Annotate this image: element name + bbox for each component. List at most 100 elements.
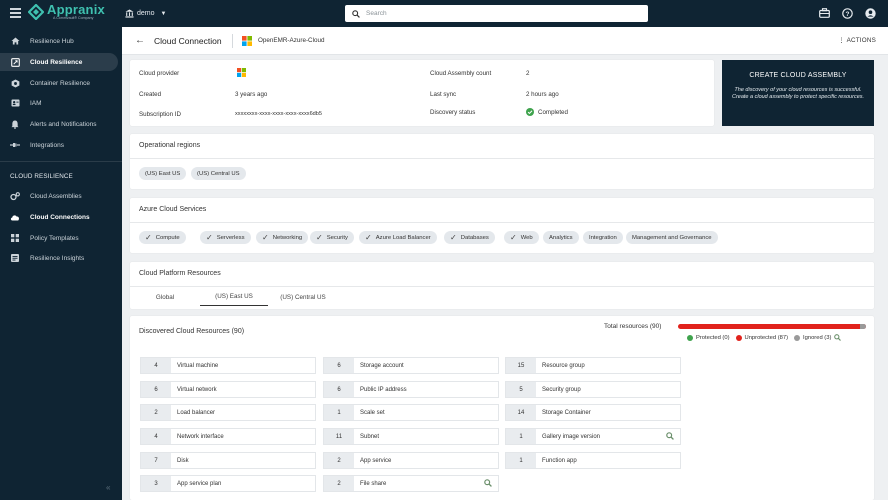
- legend-ignored: Ignored (3): [803, 334, 832, 341]
- actions-menu-button[interactable]: ⋮ ACTIONS: [838, 37, 876, 44]
- region-chip: (US) East US: [139, 167, 187, 180]
- svg-text:?: ?: [845, 10, 849, 17]
- logo-subtitle: A Commvault® Company: [53, 16, 94, 20]
- resource-name: Virtual network: [177, 386, 217, 393]
- account-icon[interactable]: [864, 7, 876, 19]
- resource-name: Public IP address: [360, 386, 407, 393]
- tab-global[interactable]: Global: [130, 288, 200, 306]
- resource-name: File share: [360, 480, 387, 487]
- sidebar-item-alerts[interactable]: Alerts and Notifications: [0, 115, 118, 133]
- search-icon: [352, 9, 360, 18]
- check-icon: ✓: [450, 233, 457, 242]
- service-chip-security: ✓ Security: [310, 231, 354, 244]
- check-icon: ✓: [510, 233, 517, 242]
- collapse-sidebar-button[interactable]: «: [106, 483, 110, 492]
- check-icon: ✓: [145, 233, 152, 242]
- resource-tile[interactable]: 5 Security group: [505, 381, 681, 398]
- tenant-name: demo: [137, 10, 155, 17]
- resource-tile[interactable]: 1 Scale set: [323, 404, 499, 421]
- grid-icon: [10, 233, 20, 243]
- back-arrow-icon[interactable]: ←: [135, 35, 145, 46]
- sidebar-item-label: IAM: [30, 99, 42, 107]
- resource-count: 11: [324, 429, 354, 444]
- sidebar-item-label: Alerts and Notifications: [30, 120, 97, 128]
- briefcase-icon[interactable]: [818, 7, 830, 19]
- last-sync-label: Last sync: [430, 91, 457, 98]
- gears-icon: [10, 191, 20, 201]
- ignored-fill: [859, 324, 866, 329]
- discovery-status-label: Discovery status: [430, 109, 476, 116]
- sidebar-section-title: CLOUD RESILIENCE: [10, 173, 73, 180]
- resource-name: Scale set: [360, 409, 385, 416]
- resource-tile[interactable]: 2 App service: [323, 452, 499, 469]
- resource-count: 1: [506, 429, 536, 444]
- sidebar-item-policy-templates[interactable]: Policy Templates: [0, 229, 118, 247]
- resource-tile[interactable]: 1 Gallery image version: [505, 428, 681, 445]
- service-chip-label: Serverless: [216, 234, 245, 241]
- resource-tile[interactable]: 15 Resource group: [505, 357, 681, 374]
- sidebar-item-container-resilience[interactable]: Container Resilience: [0, 74, 118, 92]
- resource-tile[interactable]: 4 Network interface: [140, 428, 316, 445]
- operational-regions-title: Operational regions: [139, 142, 201, 149]
- resource-tile[interactable]: 14 Storage Container: [505, 404, 681, 421]
- service-chip-label: Networking: [272, 234, 303, 241]
- search-box[interactable]: [345, 5, 648, 22]
- tab-us-central[interactable]: (US) Central US: [268, 288, 338, 306]
- sidebar-item-cloud-connections[interactable]: Cloud Connections: [0, 208, 118, 226]
- tab-us-east[interactable]: (US) East US: [200, 288, 268, 306]
- total-resources: Total resources (90): [604, 323, 662, 330]
- magnifier-icon[interactable]: [484, 479, 492, 487]
- resource-name: Load balancer: [177, 409, 216, 416]
- tenant-selector[interactable]: demo ▼: [125, 9, 166, 18]
- resource-tile[interactable]: 4 Virtual machine: [140, 357, 316, 374]
- resource-name: Storage Container: [542, 409, 591, 416]
- appranix-logo[interactable]: Appranix A Commvault® Company: [28, 3, 105, 21]
- resource-tile[interactable]: 2 File share: [323, 475, 499, 492]
- sidebar-item-integrations[interactable]: Integrations: [0, 136, 118, 154]
- sidebar-item-resilience-insights[interactable]: Resilience Insights: [0, 249, 118, 267]
- service-chip-label: Databases: [460, 234, 489, 241]
- resource-tile[interactable]: 6 Public IP address: [323, 381, 499, 398]
- azure-cloud-services-title: Azure Cloud Services: [139, 206, 207, 213]
- section-divider: [130, 286, 874, 287]
- create-cloud-assembly-title: CREATE CLOUD ASSEMBLY: [749, 72, 847, 79]
- resource-tile[interactable]: 3 App service plan: [140, 475, 316, 492]
- resource-tile[interactable]: 1 Function app: [505, 452, 681, 469]
- sidebar-item-label: Resilience Insights: [30, 254, 85, 262]
- cloud-platform-resources-card: Cloud Platform Resources Global (US) Eas…: [130, 262, 874, 309]
- resource-name: App service plan: [177, 480, 222, 487]
- check-icon: ✓: [262, 233, 269, 242]
- resource-name: Gallery image version: [542, 433, 601, 440]
- sidebar-item-cloud-resilience[interactable]: Cloud Resilience: [0, 53, 118, 71]
- create-cloud-assembly-card[interactable]: CREATE CLOUD ASSEMBLY The discovery of y…: [722, 60, 874, 126]
- resource-count: 2: [141, 405, 171, 420]
- resource-name: Storage account: [360, 362, 404, 369]
- resource-tile[interactable]: 7 Disk: [140, 452, 316, 469]
- search-input[interactable]: [366, 10, 626, 17]
- sidebar-item-resilience-hub[interactable]: Resilience Hub: [0, 32, 118, 50]
- help-icon[interactable]: ?: [841, 7, 853, 19]
- resource-tile[interactable]: 2 Load balancer: [140, 404, 316, 421]
- unprotected-dot: [735, 334, 742, 341]
- azure-cloud-services-card: Azure Cloud Services ✓ Compute ✓ Serverles…: [130, 198, 874, 253]
- menu-icon[interactable]: [10, 8, 21, 18]
- sidebar-item-iam[interactable]: IAM: [0, 94, 118, 112]
- resource-tile[interactable]: 11 Subnet: [323, 428, 499, 445]
- resource-tile[interactable]: 6 Virtual network: [140, 381, 316, 398]
- created-value: 3 years ago: [235, 91, 268, 98]
- top-bar: Appranix A Commvault® Company demo ▼ ?: [0, 0, 888, 27]
- service-chip-analytics: Analytics: [543, 231, 579, 244]
- microsoft-logo-icon: [242, 36, 252, 46]
- service-chip-integration: Integration: [583, 231, 623, 244]
- resource-tile[interactable]: 6 Storage account: [323, 357, 499, 374]
- home-icon: [10, 36, 20, 46]
- magnifier-icon[interactable]: [834, 334, 842, 341]
- check-circle-icon: [526, 108, 534, 116]
- sidebar-item-cloud-assemblies[interactable]: Cloud Assemblies: [0, 187, 118, 205]
- insights-icon: [10, 253, 20, 263]
- service-chip-web: ✓ Web: [504, 231, 539, 244]
- protection-status-bar: [678, 324, 866, 329]
- resource-count: 15: [506, 358, 536, 373]
- logo-mark-icon: [28, 3, 44, 20]
- magnifier-icon[interactable]: [666, 432, 674, 440]
